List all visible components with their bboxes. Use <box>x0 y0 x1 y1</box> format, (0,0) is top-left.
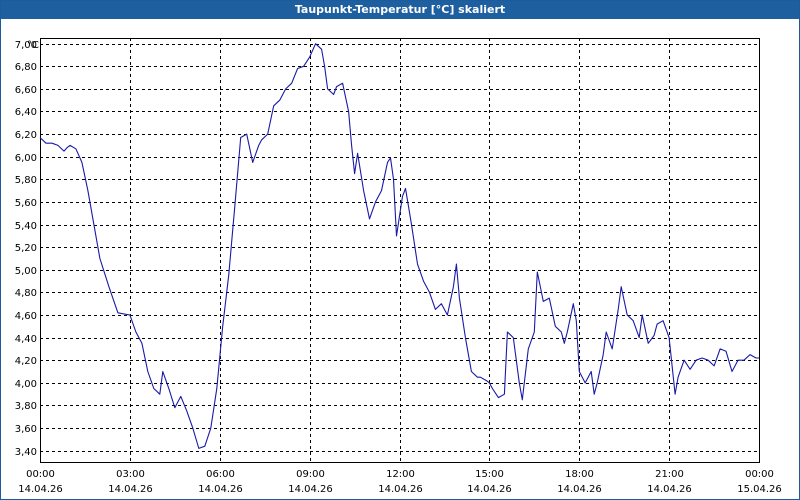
x-tick-time: 00:00 <box>26 469 55 480</box>
x-tick-time: 09:00 <box>296 469 325 480</box>
x-tick-time: 00:00 <box>745 469 774 480</box>
x-tick-date: 14.04.26 <box>108 484 153 495</box>
y-tick-label: 4,00 <box>15 379 37 390</box>
series-layer <box>39 43 759 449</box>
y-tick-label: 6,00 <box>15 153 37 164</box>
y-axis-unit: °C <box>27 40 39 51</box>
x-tick-date: 14.04.26 <box>18 484 63 495</box>
grid <box>40 38 759 462</box>
y-tick-label: 5,40 <box>15 221 37 232</box>
x-tick-time: 21:00 <box>655 469 684 480</box>
y-tick-label: 6,20 <box>15 130 37 141</box>
y-tick-label: 4,80 <box>15 288 37 299</box>
y-tick-label: 5,20 <box>15 243 37 254</box>
x-tick-time: 12:00 <box>386 469 415 480</box>
y-tick-label: 3,80 <box>15 401 37 412</box>
y-tick-label: 4,40 <box>15 334 37 345</box>
x-tick-date: 14.04.26 <box>557 484 602 495</box>
y-tick-label: 3,40 <box>15 447 37 458</box>
x-axis-labels: 00:00 14.04.26 03:00 14.04.26 06:00 14.04.26 0… <box>18 469 782 495</box>
x-tick-time: 15:00 <box>475 469 504 480</box>
y-tick-label: 6,40 <box>15 107 37 118</box>
y-tick-label: 6,60 <box>15 85 37 96</box>
x-tick-date: 14.04.26 <box>467 484 512 495</box>
y-tick-label: 4,20 <box>15 356 37 367</box>
y-tick-label: 5,80 <box>15 175 37 186</box>
x-tick-date: 14.04.26 <box>378 484 423 495</box>
x-tick-time: 18:00 <box>565 469 594 480</box>
x-tick-date: 15.04.26 <box>737 484 782 495</box>
chart-canvas: 3,40 3,60 3,80 4,00 4,20 4,40 4,60 4,80 5,00 5,20… <box>15 38 782 495</box>
y-tick-label: 3,60 <box>15 424 37 435</box>
x-tick-date: 14.04.26 <box>647 484 692 495</box>
x-tick-time: 03:00 <box>116 469 145 480</box>
y-tick-label: 5,00 <box>15 266 37 277</box>
y-tick-label: 6,80 <box>15 62 37 73</box>
y-axis-labels: 3,40 3,60 3,80 4,00 4,20 4,40 4,60 4,80 5,00 5,20… <box>15 40 37 458</box>
x-tick-date: 14.04.26 <box>198 484 243 495</box>
x-tick-time: 06:00 <box>206 469 235 480</box>
y-tick-label: 4,60 <box>15 311 37 322</box>
x-tick-date: 14.04.26 <box>288 484 333 495</box>
y-tick-label: 5,60 <box>15 198 37 209</box>
series-line <box>39 43 759 449</box>
